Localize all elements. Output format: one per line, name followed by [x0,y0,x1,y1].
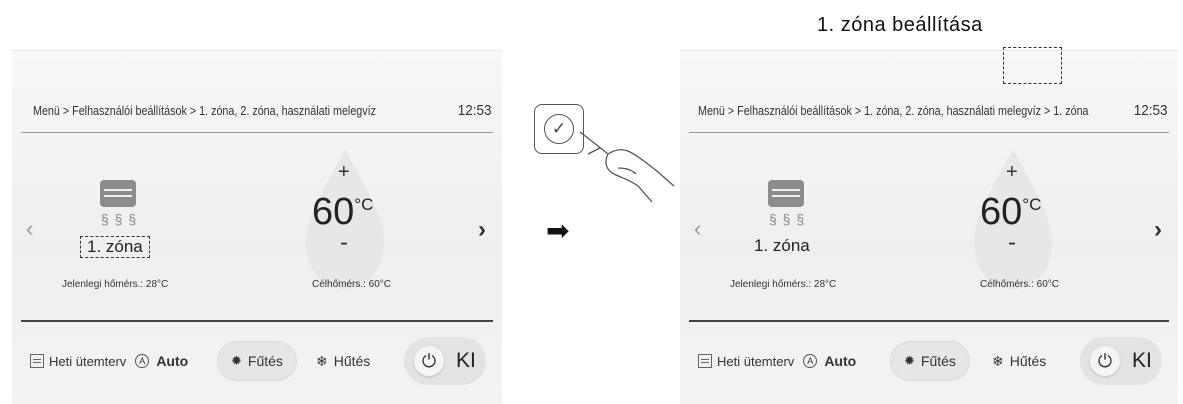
auto-label: Auto [156,353,189,369]
mode-bar: Heti ütemterv A Auto ✹ Fűtés ❄ Hűtés ⏻ K… [680,337,1178,385]
next-arrow-icon[interactable]: › [1154,216,1162,244]
snowflake-icon: ❄ [992,352,1004,369]
decrease-temp-button[interactable]: - [1008,229,1016,257]
sun-icon: ✹ [231,353,242,368]
target-temp-unit: °C [1022,195,1042,214]
thermostat-screen-before: Menü > Felhasználói beállítások > 1. zón… [12,50,502,404]
cooling-label: Hűtés [1009,353,1047,369]
breadcrumb: Menü > Felhasználói beállítások > 1. zón… [698,104,1089,118]
prev-arrow-icon[interactable]: ‹ [694,216,701,242]
calendar-icon [698,354,712,368]
target-temp-unit: °C [354,195,374,214]
weekly-schedule-button[interactable]: Heti ütemterv A Auto [698,353,856,369]
footer-divider [689,320,1169,322]
confirm-button[interactable]: ✓ [534,104,584,154]
power-label: KI [456,349,476,372]
sun-icon: ✹ [904,353,915,368]
snowflake-icon: ❄ [316,352,328,369]
zone-label[interactable]: 1. zóna [80,236,150,258]
auto-mode-icon: A [803,354,818,368]
heating-label: Fűtés [920,353,956,369]
power-label: KI [1132,349,1152,372]
header-divider [21,132,493,133]
increase-temp-button[interactable]: + [1006,161,1018,184]
target-temp-display: 60°C [312,191,373,234]
radiator-icon [768,180,804,207]
schedule-label: Heti ütemterv [717,353,795,369]
highlight-box [1003,47,1062,84]
prev-arrow-icon[interactable]: ‹ [26,216,33,242]
cooling-mode-button[interactable]: ❄ Hűtés [978,341,1060,381]
current-temp-label: Jelenlegi hőmérs.: 28°C [730,279,837,290]
target-temp-label: Célhőmérs.: 60°C [312,279,392,290]
schedule-label: Heti ütemterv [49,353,127,369]
weekly-schedule-button[interactable]: Heti ütemterv A Auto [30,353,188,369]
target-temp-display: 60°C [980,191,1041,234]
auto-mode-icon: A [135,354,150,368]
heat-waves-icon: § § § [769,211,806,227]
pointing-hand-icon [579,131,675,203]
target-temp-label: Célhőmérs.: 60°C [980,279,1060,290]
current-temp-label: Jelenlegi hőmérs.: 28°C [62,279,169,290]
breadcrumb: Menü > Felhasználói beállítások > 1. zón… [33,104,377,118]
power-icon: ⏻ [414,346,444,376]
target-temp-value: 60 [312,191,355,233]
thermostat-screen-after: Menü > Felhasználói beállítások > 1. zón… [680,50,1178,404]
right-arrow-icon: ➡ [546,215,570,246]
increase-temp-button[interactable]: + [338,161,350,184]
radiator-icon [100,180,136,207]
power-button[interactable]: ⏻ KI [404,337,486,385]
cooling-mode-button[interactable]: ❄ Hűtés [302,341,384,381]
power-icon: ⏻ [1090,346,1120,376]
header-divider [689,132,1169,133]
power-button[interactable]: ⏻ KI [1080,337,1162,385]
decrease-temp-button[interactable]: - [340,229,348,257]
calendar-icon [30,354,44,368]
clock: 12:53 [458,102,492,119]
next-arrow-icon[interactable]: › [478,216,486,244]
heating-mode-button[interactable]: ✹ Fűtés [217,341,297,381]
step-heading: 1. zóna beállítása [817,14,983,36]
footer-divider [21,320,493,322]
zone-label: 1. zóna [754,236,810,255]
cooling-label: Hűtés [333,353,371,369]
target-temp-value: 60 [980,191,1023,233]
heating-mode-button[interactable]: ✹ Fűtés [890,341,970,381]
heat-waves-icon: § § § [101,211,138,227]
auto-label: Auto [824,353,857,369]
heating-label: Fűtés [247,353,283,369]
confirm-frame: ✓ [534,104,584,154]
checkmark-icon: ✓ [544,114,574,144]
mode-bar: Heti ütemterv A Auto ✹ Fűtés ❄ Hűtés ⏻ K… [12,337,502,385]
clock: 12:53 [1134,102,1168,119]
